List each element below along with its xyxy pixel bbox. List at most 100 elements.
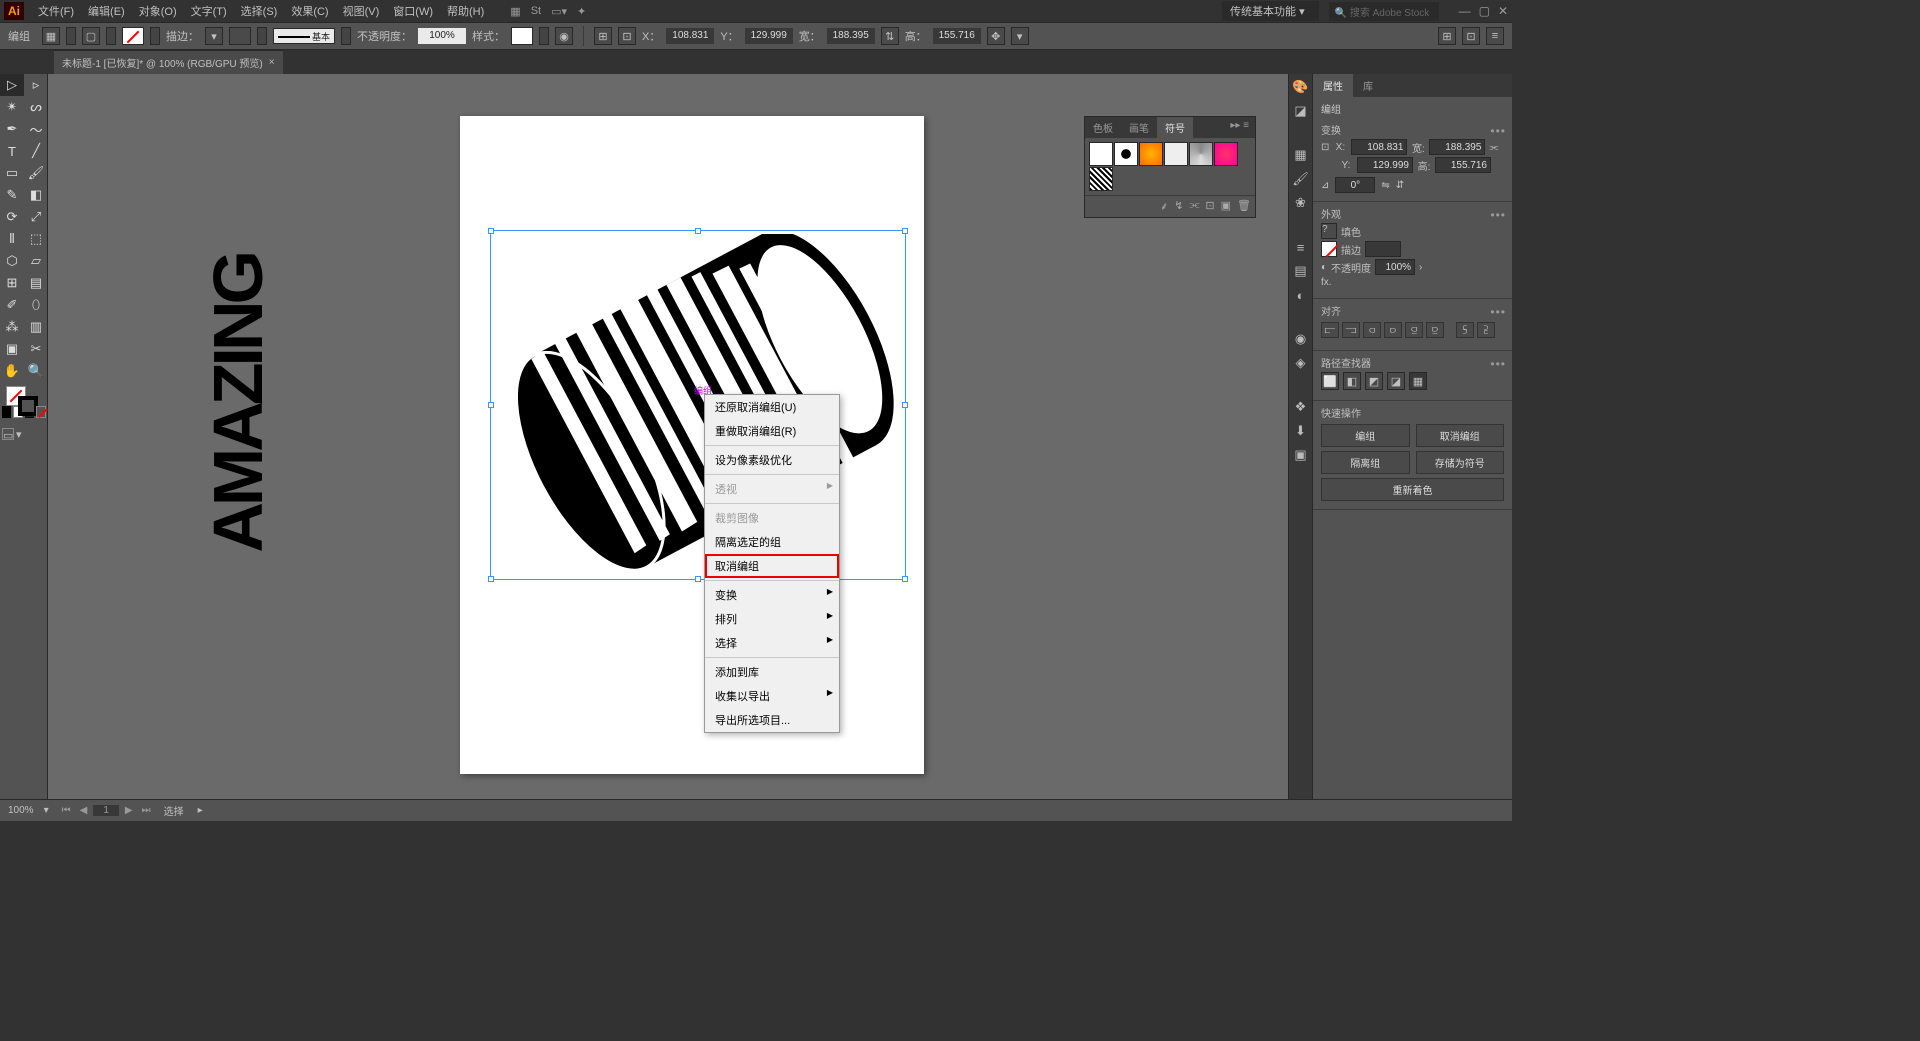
symbol-1[interactable] <box>1089 142 1113 166</box>
scale-tool[interactable]: ⤢ <box>24 206 48 228</box>
symbol-3[interactable] <box>1139 142 1163 166</box>
shape-icon[interactable]: ✥ <box>987 27 1005 45</box>
nav-next[interactable]: ▶ <box>122 805 136 816</box>
symbol-library-icon[interactable]: ⸙ <box>1160 199 1168 214</box>
stroke-weight-dd[interactable]: ▾ <box>205 27 223 45</box>
direct-selection-tool[interactable]: ▹ <box>24 74 48 96</box>
recolor-icon[interactable]: ◉ <box>555 27 573 45</box>
libraries-tab[interactable]: 库 <box>1353 74 1383 97</box>
fill-swatch[interactable]: ▦ <box>42 27 60 45</box>
artboards-icon[interactable]: ▣ <box>1292 446 1310 464</box>
hand-tool[interactable]: ✋ <box>0 360 24 382</box>
artboard-number[interactable]: 1 <box>93 805 119 816</box>
workspace-dropdown[interactable]: 传统基本功能 ▾ <box>1222 1 1319 21</box>
symbols-icon[interactable]: ❀ <box>1292 194 1310 212</box>
perspective-tool[interactable]: ▱ <box>24 250 48 272</box>
ref-point-icon[interactable]: ⊡ <box>1321 142 1329 153</box>
transform-w[interactable] <box>1429 139 1485 155</box>
ctx-ungroup[interactable]: 取消编组 <box>705 554 839 578</box>
flip-v-icon[interactable]: ⇵ <box>1396 180 1404 191</box>
h-value[interactable]: 155.716 <box>933 28 981 44</box>
shape-builder-tool[interactable]: ⬡ <box>0 250 24 272</box>
ctx-collect-export[interactable]: 收集以导出 <box>705 684 839 708</box>
btn-save-symbol[interactable]: 存储为符号 <box>1416 451 1505 474</box>
y-value[interactable]: 129.999 <box>745 28 793 44</box>
stock-icon[interactable]: St <box>531 5 541 18</box>
pen-tool[interactable]: ✒ <box>0 118 24 140</box>
gpu-icon[interactable]: ✦ <box>577 5 586 18</box>
document-tab[interactable]: 未标题-1 [已恢复]* @ 100% (RGB/GPU 预览) × <box>54 50 283 74</box>
fx-label[interactable]: fx. <box>1321 277 1332 288</box>
panel-collapse-icon[interactable]: ▸▸ ≡ <box>1224 117 1255 138</box>
blend-tool[interactable]: ⬯ <box>24 294 48 316</box>
symbol-5[interactable] <box>1189 142 1213 166</box>
brushes-tab[interactable]: 画笔 <box>1121 117 1157 138</box>
menu-type[interactable]: 文字(T) <box>185 3 233 19</box>
align-more[interactable]: ••• <box>1490 305 1506 319</box>
zoom-tool[interactable]: 🔍 <box>24 360 48 382</box>
more-icon[interactable]: ▾ <box>1011 27 1029 45</box>
align-left[interactable]: ⫍ <box>1321 322 1339 338</box>
stroke-swatch[interactable]: ▢ <box>82 27 100 45</box>
ctx-select[interactable]: 选择 <box>705 631 839 655</box>
symbol-2[interactable] <box>1114 142 1138 166</box>
ctx-add-to-library[interactable]: 添加到库 <box>705 660 839 684</box>
pathfinder-more[interactable]: ••• <box>1490 357 1506 371</box>
menu-object[interactable]: 对象(O) <box>133 3 183 19</box>
gradient-tool[interactable]: ▤ <box>24 272 48 294</box>
align-bottom[interactable]: ⫒ <box>1426 322 1444 338</box>
slice-tool[interactable]: ✂ <box>24 338 48 360</box>
rectangle-tool[interactable]: ▭ <box>0 162 24 184</box>
btn-ungroup[interactable]: 取消编组 <box>1416 424 1505 447</box>
menu-view[interactable]: 视图(V) <box>337 3 386 19</box>
ctx-redo-ungroup[interactable]: 重做取消编组(R) <box>705 419 839 443</box>
opacity-value[interactable]: 100% <box>418 28 466 44</box>
align-right[interactable]: ⫏ <box>1363 322 1381 338</box>
w-value[interactable]: 188.395 <box>827 28 875 44</box>
transform-y[interactable] <box>1357 157 1413 173</box>
pf-exclude[interactable]: ◪ <box>1387 372 1405 390</box>
align-hcenter[interactable]: ⫎ <box>1342 322 1360 338</box>
transparency-icon[interactable]: ◐ <box>1292 286 1310 304</box>
transform-more[interactable]: ••• <box>1490 124 1506 138</box>
width-tool[interactable]: ⫴ <box>0 228 24 250</box>
screen-mode-row[interactable]: ▭▾ <box>0 426 48 448</box>
nav-prev[interactable]: ◀ <box>77 805 91 816</box>
artboard-tool[interactable]: ▣ <box>0 338 24 360</box>
align-vcenter[interactable]: ⫑ <box>1405 322 1423 338</box>
delete-symbol-icon[interactable]: 🗑 <box>1237 199 1251 214</box>
bridge-icon[interactable]: ▦ <box>510 5 520 18</box>
transform-angle[interactable] <box>1335 177 1375 193</box>
layers-icon[interactable]: ❖ <box>1292 398 1310 416</box>
menu-file[interactable]: 文件(F) <box>32 3 80 19</box>
transform-icon[interactable]: ⊡ <box>618 27 636 45</box>
brush-preview[interactable]: 基本 <box>273 28 335 44</box>
graphic-style[interactable] <box>511 27 533 45</box>
magic-wand-tool[interactable]: ✴ <box>0 96 24 118</box>
symbol-6[interactable] <box>1214 142 1238 166</box>
color-dd[interactable] <box>150 27 160 45</box>
menu-window[interactable]: 窗口(W) <box>387 3 439 19</box>
gradient-panel-icon[interactable]: ▤ <box>1292 262 1310 280</box>
menu-help[interactable]: 帮助(H) <box>441 3 490 19</box>
new-symbol-icon[interactable]: ▣ <box>1221 199 1231 214</box>
transform-x[interactable] <box>1351 139 1407 155</box>
pf-unite[interactable]: ⬜ <box>1321 372 1339 390</box>
color-swatch[interactable] <box>122 27 144 45</box>
asset-export-icon[interactable]: ⬇ <box>1292 422 1310 440</box>
rotate-tool[interactable]: ⟳ <box>0 206 24 228</box>
swatches-icon[interactable]: ▦ <box>1292 146 1310 164</box>
menu-effect[interactable]: 效果(C) <box>285 3 334 19</box>
ctx-export-selection[interactable]: 导出所选项目... <box>705 708 839 732</box>
free-transform-tool[interactable]: ⬚ <box>24 228 48 250</box>
graph-tool[interactable]: ▥ <box>24 316 48 338</box>
appearance-icon[interactable]: ◉ <box>1292 330 1310 348</box>
link-wh-icon[interactable]: ⇅ <box>881 27 899 45</box>
line-tool[interactable]: ╱ <box>24 140 48 162</box>
lasso-tool[interactable]: ᔕ <box>24 96 48 118</box>
ctx-undo-ungroup[interactable]: 还原取消编组(U) <box>705 395 839 419</box>
appearance-more[interactable]: ••• <box>1490 208 1506 222</box>
snap-icon[interactable]: ⊡ <box>1462 27 1480 45</box>
graphic-styles-icon[interactable]: ◈ <box>1292 354 1310 372</box>
close-button[interactable]: ✕ <box>1498 4 1508 18</box>
